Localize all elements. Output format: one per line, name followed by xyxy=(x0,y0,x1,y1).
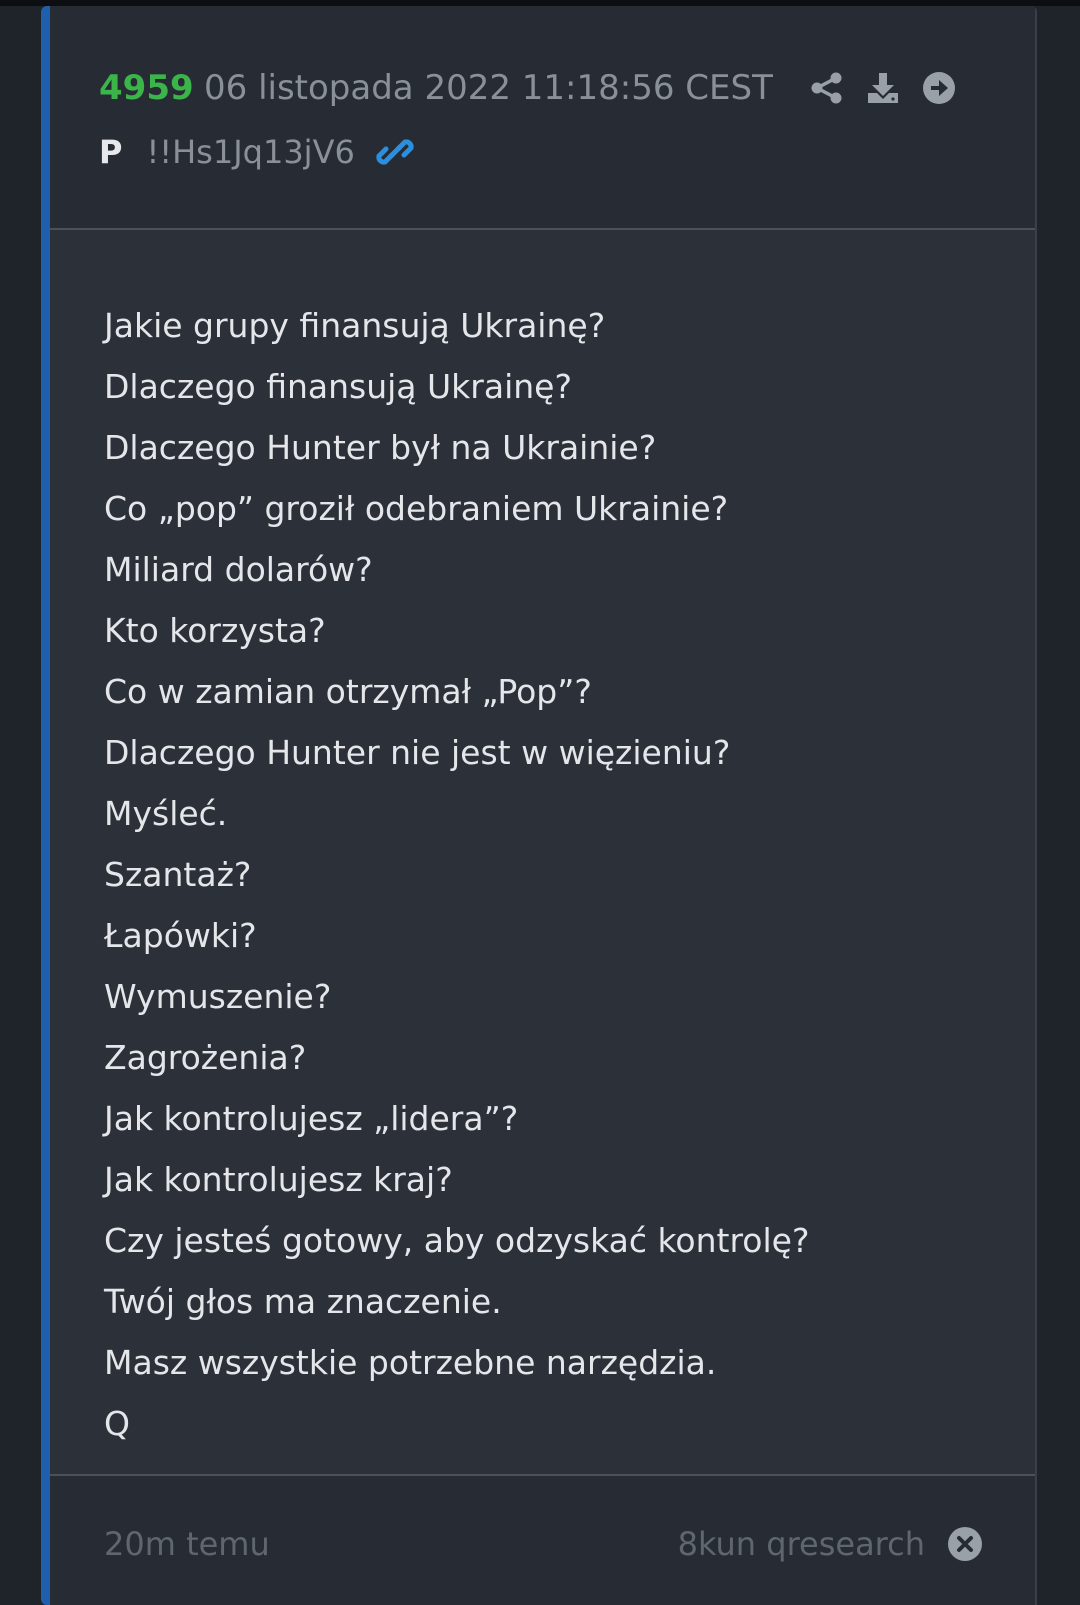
post-line: Czy jesteś gotowy, aby odzyskać kontrolę… xyxy=(104,1221,810,1260)
source: 8kun qresearch xyxy=(678,1524,983,1564)
post-line: Dlaczego finansują Ukrainę? xyxy=(104,367,572,406)
tripcode: !!Hs1Jq13jV6 xyxy=(146,133,355,171)
author-name: P xyxy=(99,133,123,171)
author-row: P !!Hs1Jq13jV6 xyxy=(99,132,415,172)
time-ago: 20m temu xyxy=(104,1525,270,1563)
post-line: Zagrożenia? xyxy=(104,1038,307,1077)
post-footer: 20m temu 8kun qresearch xyxy=(50,1474,1035,1605)
share-icon[interactable] xyxy=(810,71,844,105)
post-line: Co „pop” groził odebraniem Ukrainie? xyxy=(104,489,729,528)
post-line: Dlaczego Hunter nie jest w więzieniu? xyxy=(104,733,731,772)
post-actions xyxy=(810,68,956,108)
post-date: 06 listopada 2022 11:18:56 CEST xyxy=(204,68,773,108)
link-icon[interactable] xyxy=(375,132,415,172)
post-body: Jakie grupy finansują Ukrainę? Dlaczego … xyxy=(104,295,1004,1454)
post-line: Szantaż? xyxy=(104,855,252,894)
arrow-circle-right-icon[interactable] xyxy=(922,71,956,105)
post-line: Masz wszystkie potrzebne narzędzia. xyxy=(104,1343,717,1382)
post-line: Jak kontrolujesz „lidera”? xyxy=(104,1099,519,1138)
post-line: Łapówki? xyxy=(104,916,257,955)
post-card: 4959 06 listopada 2022 11:18:56 CEST P !… xyxy=(41,6,1037,1605)
post-line: Co w zamian otrzymał „Pop”? xyxy=(104,672,592,711)
post-line: Kto korzysta? xyxy=(104,611,326,650)
source-label[interactable]: 8kun qresearch xyxy=(678,1524,925,1564)
post-number[interactable]: 4959 xyxy=(99,68,194,108)
post-line: Miliard dolarów? xyxy=(104,550,373,589)
post-line: Wymuszenie? xyxy=(104,977,332,1016)
post-line: Jak kontrolujesz kraj? xyxy=(104,1160,453,1199)
post-signature: Q xyxy=(104,1404,130,1443)
post-line: Jakie grupy finansują Ukrainę? xyxy=(104,306,606,345)
download-icon[interactable] xyxy=(866,71,900,105)
close-circle-icon[interactable] xyxy=(947,1526,983,1562)
post-line: Twój głos ma znaczenie. xyxy=(104,1282,502,1321)
post-line: Myśleć. xyxy=(104,794,228,833)
post-line: Dlaczego Hunter był na Ukrainie? xyxy=(104,428,657,467)
post-header: 4959 06 listopada 2022 11:18:56 CEST P !… xyxy=(50,6,1035,230)
